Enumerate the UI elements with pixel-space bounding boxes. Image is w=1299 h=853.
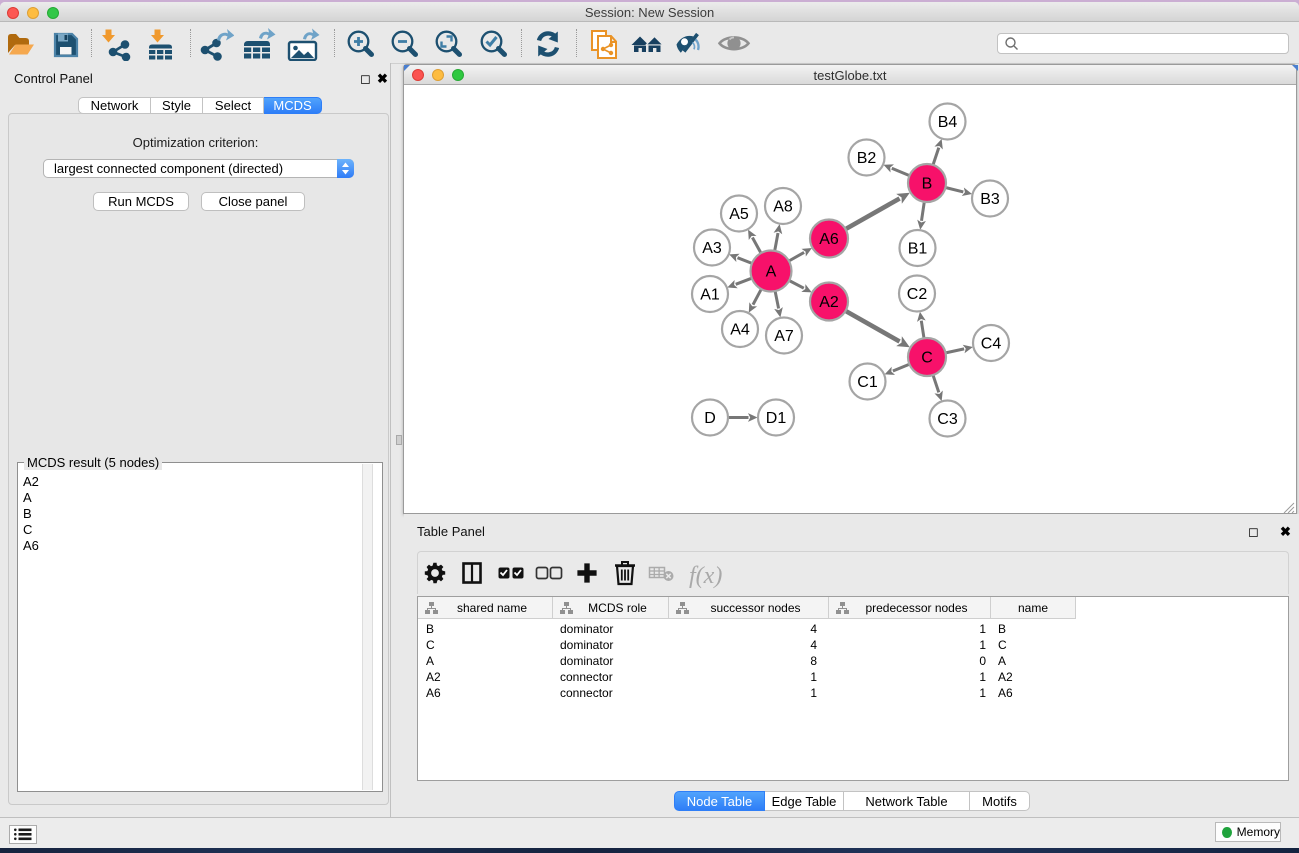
svg-text:C: C xyxy=(921,350,933,367)
svg-text:A4: A4 xyxy=(730,322,750,339)
svg-text:C2: C2 xyxy=(907,286,928,303)
svg-text:f(x): f(x) xyxy=(689,563,722,589)
svg-text:B: B xyxy=(922,176,933,193)
svg-text:A3: A3 xyxy=(702,240,722,257)
svg-text:A5: A5 xyxy=(729,206,749,223)
svg-text:A2: A2 xyxy=(819,294,839,311)
svg-text:B3: B3 xyxy=(980,191,1000,208)
svg-text:B4: B4 xyxy=(938,114,958,131)
svg-text:A6: A6 xyxy=(819,231,839,248)
svg-text:D1: D1 xyxy=(766,410,787,427)
svg-text:A7: A7 xyxy=(774,328,794,345)
svg-text:C3: C3 xyxy=(937,411,958,428)
svg-text:C1: C1 xyxy=(857,374,878,391)
svg-text:A: A xyxy=(766,264,777,281)
svg-text:B2: B2 xyxy=(857,150,877,167)
svg-text:A1: A1 xyxy=(700,287,720,304)
svg-text:C4: C4 xyxy=(981,336,1002,353)
svg-text:D: D xyxy=(704,410,716,427)
svg-text:A8: A8 xyxy=(773,199,793,216)
svg-text:B1: B1 xyxy=(908,241,928,258)
